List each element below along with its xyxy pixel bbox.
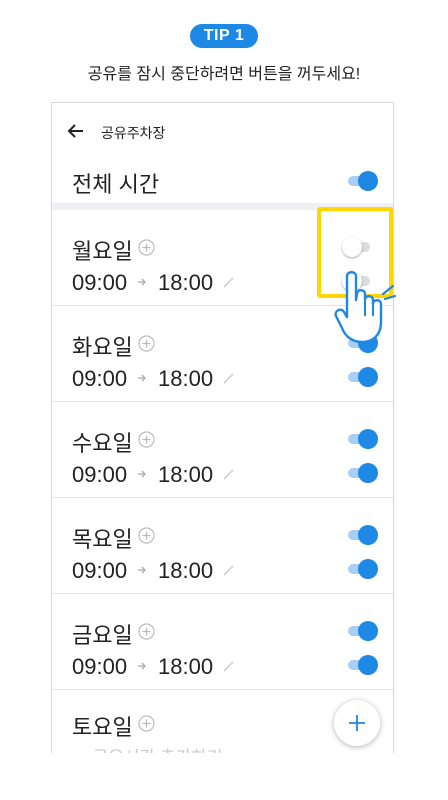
start-time: 09:00 — [72, 366, 128, 391]
pencil-icon[interactable] — [222, 564, 235, 577]
time-range[interactable]: 09:00 18:00 — [72, 462, 292, 488]
day-row-friday: 금요일 09:00 18:00 — [52, 594, 393, 690]
day-toggle[interactable] — [348, 429, 378, 449]
arrow-right-icon — [138, 662, 146, 670]
time-toggle[interactable] — [348, 367, 378, 387]
time-toggle[interactable] — [348, 463, 378, 483]
time-range[interactable]: 09:00 18:00 — [72, 558, 292, 584]
end-time: 18:00 — [158, 366, 214, 391]
start-time: 09:00 — [72, 462, 128, 487]
start-time: 09:00 — [72, 270, 128, 295]
start-time: 09:00 — [72, 558, 128, 583]
all-time-toggle[interactable] — [348, 171, 378, 191]
arrow-right-icon — [138, 470, 146, 478]
end-time: 18:00 — [158, 654, 214, 679]
arrow-right-icon — [138, 374, 146, 382]
add-circle-icon[interactable] — [138, 715, 155, 732]
add-circle-icon[interactable] — [138, 335, 155, 352]
add-circle-icon[interactable] — [138, 623, 155, 640]
add-circle-icon[interactable] — [138, 239, 155, 256]
hand-pointer-icon — [334, 271, 396, 344]
day-name: 금요일 — [72, 623, 133, 648]
day-name: 화요일 — [72, 335, 133, 360]
tip-text: 공유를 잠시 중단하려면 버튼을 꺼두세요! — [87, 66, 361, 83]
all-time-label: 전체 시간 — [72, 172, 160, 197]
time-range[interactable]: 09:00 18:00 — [72, 654, 292, 680]
time-range[interactable]: 09:00 18:00 — [72, 366, 292, 392]
pencil-icon[interactable] — [222, 660, 235, 673]
end-time: 18:00 — [158, 462, 214, 487]
page-title: 공유주차장 — [101, 125, 166, 141]
pencil-icon[interactable] — [222, 468, 235, 481]
day-name: 수요일 — [72, 431, 133, 456]
day-name: 토요일 — [72, 715, 133, 740]
back-arrow-icon[interactable] — [66, 121, 86, 141]
tip-badge: TIP 1 — [190, 24, 258, 48]
add-circle-icon[interactable] — [138, 431, 155, 448]
time-toggle[interactable] — [348, 655, 378, 675]
all-time-row: 전체 시간 — [52, 159, 393, 205]
phone-screen: 공유주차장 전체 시간 월요일 09:00 18:00 화요일 09:00 18… — [51, 102, 394, 753]
day-name: 목요일 — [72, 527, 133, 552]
start-time: 09:00 — [72, 654, 128, 679]
pencil-icon[interactable] — [222, 372, 235, 385]
app-bar: 공유주차장 — [52, 103, 393, 159]
arrow-right-icon — [138, 278, 146, 286]
time-range[interactable]: 09:00 18:00 — [72, 270, 292, 296]
day-row-thursday: 목요일 09:00 18:00 — [52, 498, 393, 594]
day-toggle[interactable] — [348, 621, 378, 641]
plus-icon — [349, 715, 365, 731]
day-row-wednesday: 수요일 09:00 18:00 — [52, 402, 393, 498]
time-toggle[interactable] — [348, 559, 378, 579]
day-toggle[interactable] — [348, 525, 378, 545]
add-circle-icon[interactable] — [138, 527, 155, 544]
add-fab-button[interactable] — [334, 700, 380, 746]
day-name: 월요일 — [72, 239, 133, 264]
end-time: 18:00 — [158, 270, 214, 295]
end-time: 18:00 — [158, 558, 214, 583]
arrow-right-icon — [138, 566, 146, 574]
add-share-time-link[interactable]: + 공유시간 추가하기 — [78, 743, 223, 753]
pencil-icon[interactable] — [222, 276, 235, 289]
